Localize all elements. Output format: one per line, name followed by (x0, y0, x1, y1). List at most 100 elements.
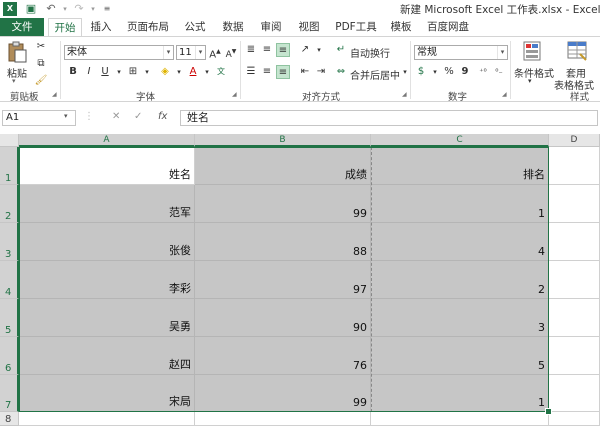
decrease-font-icon[interactable]: A▼ (224, 45, 238, 60)
cell-b2[interactable]: 99 (195, 185, 371, 223)
merge-center-button[interactable]: 合并后居中 (350, 67, 400, 82)
row-header[interactable]: 8 (0, 412, 19, 426)
borders-dropdown-icon[interactable]: ▾ (140, 65, 154, 79)
align-bottom-icon[interactable]: ≡ (276, 43, 290, 57)
phonetic-icon[interactable]: 文 (214, 65, 228, 79)
cell-c6[interactable]: 5 (371, 337, 549, 375)
conditional-format-dropdown-icon[interactable]: ▾ (528, 77, 532, 85)
italic-button[interactable]: I (82, 65, 96, 79)
column-header-b[interactable]: B (195, 134, 371, 147)
row-header[interactable]: 7 (0, 375, 19, 412)
font-color-icon[interactable]: A (186, 65, 200, 79)
cell-a8[interactable] (19, 412, 195, 426)
cell-a3[interactable]: 张俊 (19, 223, 195, 261)
tab-data[interactable]: 数据 (216, 18, 250, 36)
tab-file[interactable]: 文件 (0, 18, 44, 36)
accounting-dropdown-icon[interactable]: ▾ (428, 65, 442, 79)
row-header[interactable]: 6 (0, 337, 19, 375)
underline-button[interactable]: U (98, 65, 112, 79)
font-name-select[interactable]: 宋体 ▾ (64, 45, 174, 60)
cut-icon[interactable]: ✂ (34, 40, 48, 54)
clipboard-launcher-icon[interactable]: ◢ (52, 92, 58, 98)
decrease-decimal-icon[interactable]: ⁰₋ (492, 65, 506, 79)
cell-d7[interactable] (549, 375, 600, 412)
tab-page-layout[interactable]: 页面布局 (122, 18, 174, 36)
cell-c3[interactable]: 4 (371, 223, 549, 261)
undo-icon[interactable]: ↶ (44, 2, 58, 16)
cell-a2[interactable]: 范军 (19, 185, 195, 223)
fill-handle[interactable] (545, 408, 552, 415)
cell-b4[interactable]: 97 (195, 261, 371, 299)
paste-dropdown-icon[interactable]: ▾ (12, 77, 16, 85)
paste-label[interactable]: 粘贴 (7, 65, 27, 80)
tab-home[interactable]: 开始 (48, 18, 82, 36)
row-header[interactable]: 4 (0, 261, 19, 299)
formula-input[interactable]: 姓名 (180, 110, 598, 126)
comma-style-button[interactable]: 9 (458, 65, 472, 79)
row-header[interactable]: 2 (0, 185, 19, 223)
cell-c1[interactable]: 排名 (371, 147, 549, 185)
fill-color-icon[interactable]: ◈ (158, 65, 172, 79)
paste-button[interactable] (6, 41, 28, 63)
wrap-text-icon[interactable]: ↵ (334, 43, 348, 57)
insert-function-icon[interactable]: fx (158, 111, 167, 122)
chevron-down-icon[interactable]: ▾ (64, 112, 68, 120)
tab-baidu-netdisk[interactable]: 百度网盘 (420, 18, 476, 36)
cell-d4[interactable] (549, 261, 600, 299)
increase-font-icon[interactable]: A▲ (208, 45, 222, 60)
orientation-dropdown-icon[interactable]: ▾ (312, 43, 326, 57)
customize-toolbar-icon[interactable]: ≡ (100, 2, 114, 16)
cell-d1[interactable] (549, 147, 600, 185)
cell-b5[interactable]: 90 (195, 299, 371, 337)
row-header[interactable]: 5 (0, 299, 19, 337)
cell-d5[interactable] (549, 299, 600, 337)
cell-c2[interactable]: 1 (371, 185, 549, 223)
orientation-icon[interactable]: ↗ (298, 43, 312, 57)
cell-b7[interactable]: 99 (195, 375, 371, 412)
cell-b6[interactable]: 76 (195, 337, 371, 375)
borders-icon[interactable]: ⊞ (126, 65, 140, 79)
redo-dropdown-icon[interactable]: ▾ (86, 2, 100, 16)
font-color-dropdown-icon[interactable]: ▾ (200, 65, 214, 79)
increase-indent-icon[interactable]: ⇥ (314, 65, 328, 79)
redo-icon[interactable]: ↷ (72, 2, 86, 16)
align-top-icon[interactable]: ≣ (244, 43, 258, 57)
cell-a7[interactable]: 宋局 (19, 375, 195, 412)
tab-formulas[interactable]: 公式 (178, 18, 212, 36)
cell-d6[interactable] (549, 337, 600, 375)
row-header[interactable]: 1 (0, 147, 19, 185)
number-launcher-icon[interactable]: ◢ (502, 92, 508, 98)
undo-dropdown-icon[interactable]: ▾ (58, 2, 72, 16)
tab-templates[interactable]: 模板 (384, 18, 418, 36)
cancel-icon[interactable]: ✕ (112, 111, 120, 122)
column-header-c[interactable]: C (371, 134, 549, 147)
alignment-launcher-icon[interactable]: ◢ (402, 92, 408, 98)
tab-pdf-tools[interactable]: PDF工具 (330, 18, 382, 36)
cell-a4[interactable]: 李彩 (19, 261, 195, 299)
tab-view[interactable]: 视图 (292, 18, 326, 36)
cell-a5[interactable]: 吴勇 (19, 299, 195, 337)
cell-a6[interactable]: 赵四 (19, 337, 195, 375)
accounting-format-icon[interactable]: $ (414, 65, 428, 79)
align-left-icon[interactable]: ☰ (244, 65, 258, 79)
wrap-text-button[interactable]: 自动换行 (350, 45, 390, 60)
bold-button[interactable]: B (66, 65, 80, 79)
cell-c7[interactable]: 1 (371, 375, 549, 412)
tab-insert[interactable]: 插入 (84, 18, 118, 36)
number-format-select[interactable]: 常规 ▾ (414, 45, 508, 60)
conditional-format-icon[interactable] (522, 40, 544, 62)
font-launcher-icon[interactable]: ◢ (232, 92, 238, 98)
cell-b8[interactable] (195, 412, 371, 426)
copy-icon[interactable]: ⧉ (34, 57, 48, 71)
format-as-table-icon[interactable] (566, 40, 588, 62)
conditional-format-button[interactable]: 条件格式 (514, 65, 554, 80)
underline-dropdown-icon[interactable]: ▾ (112, 65, 126, 79)
fill-color-dropdown-icon[interactable]: ▾ (172, 65, 186, 79)
column-header-a[interactable]: A (19, 134, 195, 147)
cell-d3[interactable] (549, 223, 600, 261)
decrease-indent-icon[interactable]: ⇤ (298, 65, 312, 79)
tab-review[interactable]: 审阅 (254, 18, 288, 36)
drag-handle-icon[interactable]: ⋮ (84, 111, 94, 122)
select-all-corner[interactable] (0, 134, 19, 147)
cell-a1[interactable]: 姓名 (19, 147, 195, 185)
